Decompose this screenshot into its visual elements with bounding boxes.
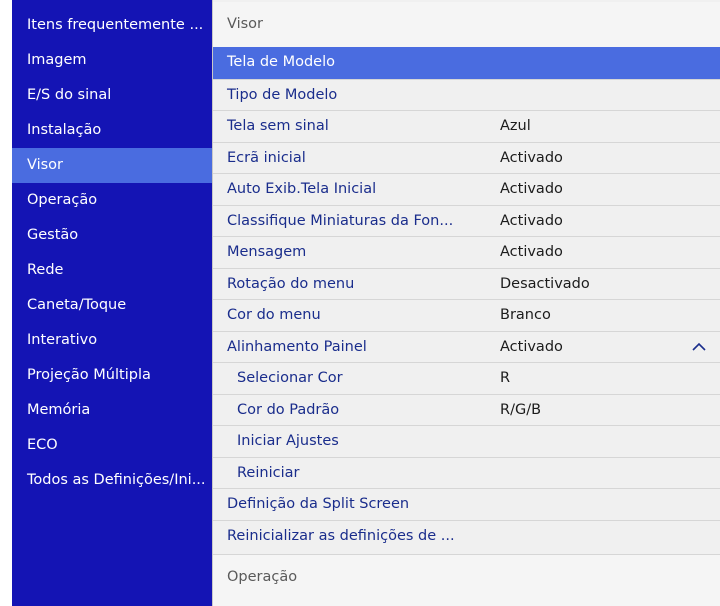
row-label: Classifique Miniaturas da Fon...: [227, 212, 454, 229]
sidebar-item-installation[interactable]: Instalação: [12, 113, 212, 148]
menu-window: Itens frequentemente ... Imagem E/S do s…: [12, 0, 720, 606]
menu-row[interactable]: Tela de Modelo: [213, 47, 720, 79]
sidebar-item-all-settings[interactable]: Todos as Definições/Ini...: [12, 463, 212, 498]
row-label: Reiniciar: [237, 464, 300, 481]
row-value: Azul: [500, 118, 531, 134]
menu-row[interactable]: Tipo de Modelo: [213, 78, 720, 111]
menu-row[interactable]: Cor do Padrão R/G/B: [213, 393, 720, 426]
menu-row[interactable]: Cor do menu Branco: [213, 299, 720, 331]
row-label: Cor do menu: [227, 307, 321, 323]
row-value: Activado: [500, 244, 563, 260]
menu-row[interactable]: Mensagem Activado: [213, 236, 720, 268]
row-value: R/G/B: [500, 401, 542, 418]
row-value: Activado: [500, 149, 563, 166]
sidebar-item-memory[interactable]: Memória: [12, 393, 212, 428]
sidebar-item-operation[interactable]: Operação: [12, 183, 212, 218]
row-label: Tela de Modelo: [227, 54, 335, 70]
sidebar-item-network[interactable]: Rede: [12, 253, 212, 288]
row-label: Tela sem sinal: [227, 118, 329, 134]
row-value: Desactivado: [500, 275, 590, 292]
sidebar-item-multi-projection[interactable]: Projeção Múltipla: [12, 358, 212, 393]
row-label: Rotação do menu: [227, 275, 355, 292]
row-label: Selecionar Cor: [237, 370, 343, 386]
menu-row[interactable]: Tela sem sinal Azul: [213, 110, 720, 142]
sidebar-item-management[interactable]: Gestão: [12, 218, 212, 253]
menu-row[interactable]: Reinicializar as definições de ...: [213, 519, 720, 552]
sidebar-item-display[interactable]: Visor: [12, 148, 212, 183]
row-label: Iniciar Ajustes: [237, 433, 339, 449]
sidebar: Itens frequentemente ... Imagem E/S do s…: [12, 0, 212, 606]
section-title: Visor: [213, 2, 720, 47]
menu-row[interactable]: Classifique Miniaturas da Fon... Activad…: [213, 204, 720, 237]
row-value: Branco: [500, 307, 551, 323]
menu-row[interactable]: Alinhamento Painel Activado: [213, 330, 720, 363]
sidebar-item-image[interactable]: Imagem: [12, 43, 212, 78]
row-label: Tipo de Modelo: [227, 86, 338, 103]
row-value: R: [500, 370, 511, 386]
menu-row[interactable]: Auto Exib.Tela Inicial Activado: [213, 173, 720, 205]
sidebar-item-eco[interactable]: ECO: [12, 428, 212, 463]
sidebar-item-pen-touch[interactable]: Caneta/Toque: [12, 288, 212, 323]
row-label: Definição da Split Screen: [227, 496, 410, 512]
menu-row[interactable]: Rotação do menu Desactivado: [213, 267, 720, 300]
row-label: Reinicializar as definições de ...: [227, 527, 455, 544]
row-value: Activado: [500, 338, 563, 355]
sidebar-item-favorites[interactable]: Itens frequentemente ...: [12, 8, 212, 43]
next-section-title[interactable]: Operação: [213, 554, 720, 606]
menu-row[interactable]: Reiniciar: [213, 456, 720, 489]
row-label: Mensagem: [227, 244, 307, 260]
chevron-up-icon[interactable]: [689, 339, 709, 355]
sidebar-item-interactive[interactable]: Interativo: [12, 323, 212, 358]
row-label: Auto Exib.Tela Inicial: [227, 181, 377, 197]
menu-row[interactable]: Selecionar Cor R: [213, 362, 720, 394]
row-value: Activado: [500, 212, 563, 229]
menu-row[interactable]: Ecrã inicial Activado: [213, 141, 720, 174]
menu-row[interactable]: Iniciar Ajustes: [213, 425, 720, 457]
row-label: Ecrã inicial: [227, 149, 306, 166]
row-label: Alinhamento Painel: [227, 338, 367, 355]
menu-row[interactable]: Definição da Split Screen: [213, 488, 720, 520]
row-value: Activado: [500, 181, 563, 197]
settings-panel: Visor Tela de Modelo Tipo de Modelo Tela…: [212, 0, 720, 606]
sidebar-item-signal-io[interactable]: E/S do sinal: [12, 78, 212, 113]
row-label: Cor do Padrão: [237, 401, 340, 418]
